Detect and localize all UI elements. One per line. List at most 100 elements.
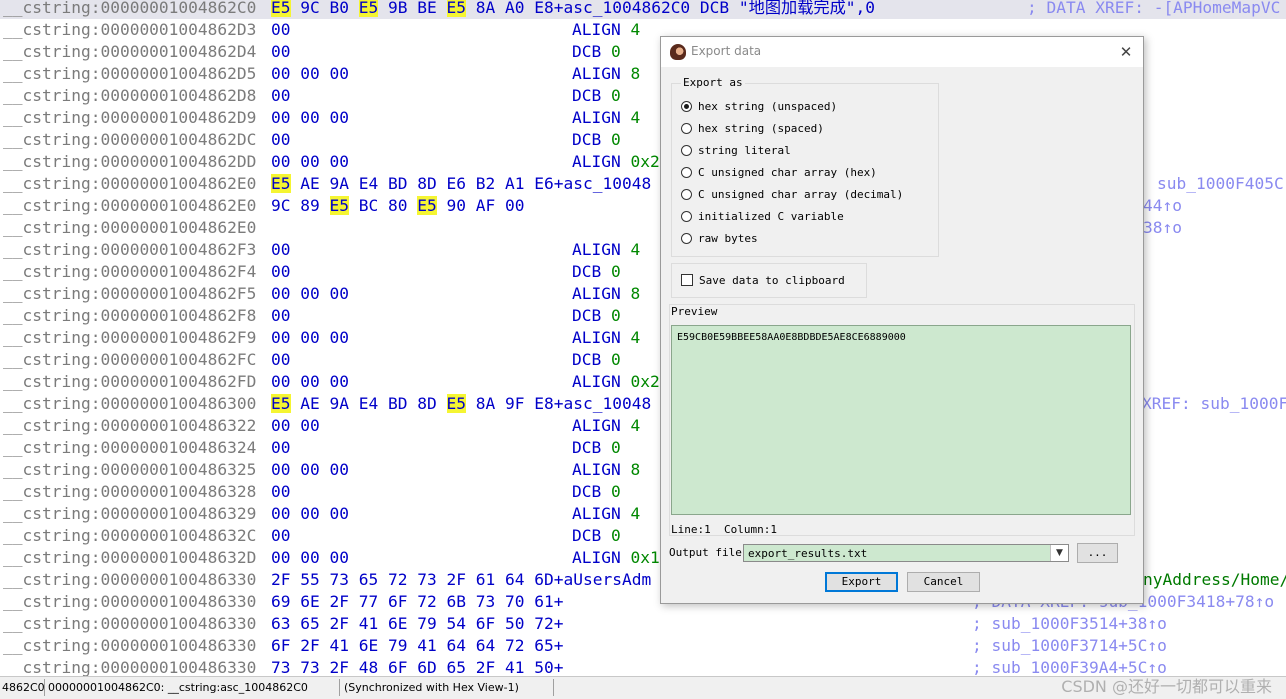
output-file-combo[interactable]: ▼ bbox=[743, 544, 1069, 562]
app-icon bbox=[670, 44, 686, 60]
segment-address: __cstring:00000001004862D3 bbox=[3, 20, 257, 39]
directive: ALIGN 4 bbox=[572, 416, 641, 435]
radio-button[interactable] bbox=[681, 232, 692, 244]
save-to-clipboard-label: Save data to clipboard bbox=[699, 273, 845, 287]
export-format-option[interactable]: C unsigned char array (hex) bbox=[681, 164, 877, 180]
byte-value: 61 bbox=[475, 570, 496, 589]
close-button[interactable]: ✕ bbox=[1115, 41, 1137, 63]
directive: ALIGN 0x2 bbox=[572, 152, 660, 171]
byte-value: 69 bbox=[271, 592, 291, 611]
byte-values: 00 bbox=[271, 239, 300, 261]
byte-value: 6E bbox=[300, 592, 320, 611]
byte-value: 65 bbox=[300, 614, 320, 633]
preview-textarea[interactable]: E59CB0E59BBEE58AA0E8BDBDE5AE8CE6889000 bbox=[671, 325, 1131, 515]
segment-address: __cstring:00000001004862FD bbox=[3, 372, 257, 391]
status-separator bbox=[339, 679, 340, 696]
byte-values: 00 bbox=[271, 261, 300, 283]
browse-button[interactable]: ... bbox=[1077, 543, 1118, 563]
byte-values: 00 00 00 bbox=[271, 107, 359, 129]
byte-values: 00 bbox=[271, 19, 300, 41]
radio-button[interactable] bbox=[681, 144, 692, 156]
export-format-option[interactable]: string literal bbox=[681, 142, 791, 158]
byte-value: 65 bbox=[358, 570, 379, 589]
byte-value: 00 bbox=[271, 416, 291, 435]
save-to-clipboard-checkbox-row[interactable]: Save data to clipboard bbox=[681, 272, 845, 288]
byte-values: 9C 89 E5 BC 80 E5 90 AF 00 bbox=[271, 195, 534, 217]
byte-value: 00 bbox=[329, 460, 350, 479]
listing-line[interactable]: __cstring:0000000100486330 6F 2F 41 6E 79… bbox=[0, 635, 1286, 657]
listing-line[interactable]: __cstring:0000000100486330 63 65 2F 41 6E… bbox=[0, 613, 1286, 635]
directive-operand: 8 bbox=[630, 284, 641, 303]
cursor-position: Line:1 Column:1 bbox=[671, 523, 777, 536]
chevron-down-icon[interactable]: ▼ bbox=[1050, 545, 1068, 561]
directive: DCB 0 bbox=[572, 262, 621, 281]
byte-value: 6F bbox=[475, 614, 496, 633]
radio-button[interactable] bbox=[681, 166, 692, 178]
status-bar: 4862C0 00000001004862C0: __cstring:asc_1… bbox=[0, 676, 1286, 699]
export-format-option[interactable]: initialized C variable bbox=[681, 208, 844, 224]
xref-comment: ; DATA XREF: -[APHomeMapVC bbox=[1027, 0, 1281, 17]
radio-button[interactable] bbox=[681, 100, 692, 112]
export-as-label: Export as bbox=[681, 76, 745, 89]
xref-comment: 38↑o bbox=[1143, 218, 1182, 237]
segment-address: __cstring:00000001004862D8 bbox=[3, 86, 257, 105]
export-button[interactable]: Export bbox=[825, 572, 898, 592]
directive-operand: 0x2 bbox=[630, 372, 660, 391]
byte-value: 70 bbox=[505, 592, 525, 611]
radio-button[interactable] bbox=[681, 122, 692, 134]
byte-value: 00 bbox=[300, 328, 320, 347]
byte-value: 6E bbox=[388, 614, 408, 633]
byte-value: 00 bbox=[271, 526, 291, 545]
xref-comment: sub_1000F405C bbox=[1157, 174, 1284, 193]
byte-value: 00 bbox=[300, 460, 320, 479]
listing-line[interactable]: __cstring:00000001004862C0 E5 9C B0 E5 9B… bbox=[0, 0, 1286, 19]
radio-button[interactable] bbox=[681, 210, 692, 222]
byte-value: 48 bbox=[358, 658, 379, 676]
dialog-titlebar[interactable]: Export data ✕ bbox=[661, 37, 1143, 67]
byte-values: 00 bbox=[271, 85, 300, 107]
cancel-button[interactable]: Cancel bbox=[907, 572, 980, 592]
byte-value: 79 bbox=[417, 614, 437, 633]
byte-value: AF bbox=[475, 196, 496, 215]
status-separator bbox=[44, 679, 45, 696]
segment-address: __cstring:00000001004862DC bbox=[3, 130, 257, 149]
radio-button[interactable] bbox=[681, 188, 692, 200]
byte-value: 9B bbox=[388, 0, 408, 17]
byte-value: 2F bbox=[329, 658, 350, 676]
byte-value: 00 bbox=[300, 108, 320, 127]
byte-value: E5 bbox=[446, 394, 466, 413]
byte-values: E5 AE 9A E4 BD 8D E5 8A 9F E8+asc_10048 bbox=[271, 393, 651, 415]
byte-value: 64 bbox=[446, 636, 467, 655]
byte-value: 2F bbox=[329, 592, 350, 611]
directive: ALIGN 4 bbox=[572, 108, 641, 127]
byte-value: 00 bbox=[271, 130, 291, 149]
byte-value: 8A bbox=[475, 0, 496, 17]
byte-value: 2F bbox=[329, 614, 350, 633]
byte-value: E5 bbox=[417, 196, 437, 215]
byte-value: 6E bbox=[358, 636, 379, 655]
directive: DCB 0 bbox=[572, 42, 621, 61]
segment-address: __cstring:0000000100486330 bbox=[3, 570, 257, 589]
byte-value: 00 bbox=[271, 284, 291, 303]
byte-value: 64 bbox=[505, 570, 525, 589]
export-format-option[interactable]: hex string (unspaced) bbox=[681, 98, 837, 114]
byte-value: BC bbox=[358, 196, 379, 215]
byte-value: A1 bbox=[505, 174, 525, 193]
output-file-input[interactable] bbox=[748, 545, 1048, 561]
byte-value: 73 bbox=[300, 658, 320, 676]
byte-value: 00 bbox=[271, 86, 291, 105]
byte-value: 41 bbox=[505, 658, 525, 676]
byte-values: 00 00 00 bbox=[271, 547, 359, 569]
directive: DCB 0 bbox=[572, 482, 621, 501]
byte-values: 00 bbox=[271, 305, 300, 327]
byte-value: 72 bbox=[417, 592, 437, 611]
directive-operand: 0 bbox=[610, 262, 621, 281]
byte-value: AE bbox=[300, 394, 320, 413]
byte-tail: 61+ bbox=[534, 592, 564, 611]
export-format-option[interactable]: raw bytes bbox=[681, 230, 758, 246]
save-to-clipboard-checkbox[interactable] bbox=[681, 274, 693, 286]
directive: DCB 0 bbox=[572, 526, 621, 545]
export-format-option[interactable]: hex string (spaced) bbox=[681, 120, 824, 136]
segment-address: __cstring:0000000100486300 bbox=[3, 394, 257, 413]
export-format-option[interactable]: C unsigned char array (decimal) bbox=[681, 186, 903, 202]
